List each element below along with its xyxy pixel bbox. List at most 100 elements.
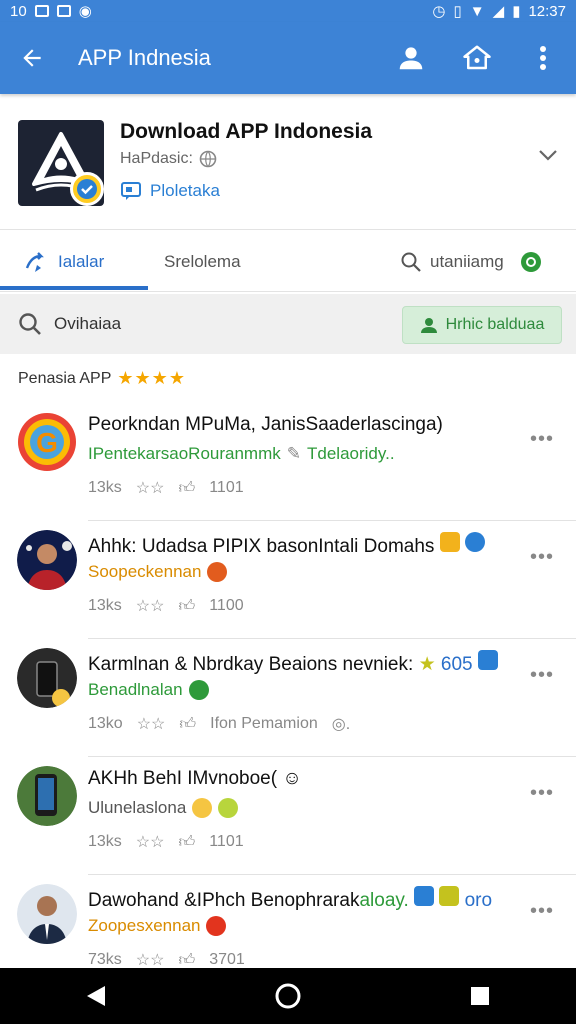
item-subtitle: Soopeckennan xyxy=(88,562,528,582)
accessibility-icon xyxy=(188,680,209,700)
refresh-icon: ◎. xyxy=(331,716,351,733)
item-subtitle-extra: Tdelaoridy.. xyxy=(307,444,395,463)
star-icon: ☆☆ xyxy=(135,598,165,615)
item-meta: 13ko ☆☆ 👍︎ Ifon Pemamion ◎. xyxy=(88,714,350,734)
list-item[interactable]: Karmlnan & Nbrdkay Beaions nevniek: ★ 60… xyxy=(0,640,576,758)
item-title: Peorkndan MPuMa, JanisSaaderlascinga) xyxy=(88,414,443,435)
avatar: G xyxy=(17,412,77,472)
tab-first-icon xyxy=(25,252,44,272)
app-link[interactable]: Ploletaka xyxy=(120,180,220,202)
thumbs-up-icon: 👍︎ xyxy=(179,715,197,733)
item-title-row: Ahhk: Udadsa PIPIX basonIntali Domahs xyxy=(88,532,528,558)
nav-back-icon xyxy=(87,986,105,1006)
item-more-button[interactable]: ••• xyxy=(530,546,554,569)
system-nav-bar xyxy=(0,968,576,1024)
item-meta: 73ks ☆☆ 👍︎ 3701 xyxy=(88,950,245,970)
nav-recents-button[interactable] xyxy=(450,968,510,1024)
item-count: 1101 xyxy=(209,479,244,496)
list-item[interactable]: G Peorkndan MPuMa, JanisSaaderlascinga) … xyxy=(0,404,576,522)
wifi-icon: ▼ xyxy=(469,2,485,20)
svg-text:G: G xyxy=(36,427,58,458)
app-screen: 10 ◉ ◷ ▯ ▼ ◢ ▮ 12:37 APP Indnesia Downlo… xyxy=(0,0,576,1024)
smile-emoji-icon xyxy=(192,798,213,818)
chevron-down-icon xyxy=(539,150,557,161)
more-vertical-icon xyxy=(540,46,546,70)
smile-icon: ☺ xyxy=(282,768,302,789)
info-emoji-icon xyxy=(464,532,485,552)
verified-badge-icon xyxy=(70,172,104,206)
avatar xyxy=(17,530,77,590)
list-item[interactable]: Ahhk: Udadsa PIPIX basonIntali Domahs So… xyxy=(0,522,576,640)
tab-second-label: Srelolema xyxy=(164,252,241,271)
tab-third-label: utaniiamg xyxy=(430,252,504,271)
back-button[interactable] xyxy=(0,22,64,94)
item-likes: 13ko xyxy=(88,715,123,732)
item-count: 1100 xyxy=(209,597,244,614)
item-more-button[interactable]: ••• xyxy=(530,428,554,451)
item-more-button[interactable]: ••• xyxy=(530,782,554,805)
item-title-row: AKHh BehI IMvnoboe( ☺ xyxy=(88,768,528,790)
nav-back-button[interactable] xyxy=(66,968,126,1024)
person-icon xyxy=(420,318,437,333)
app-bar: APP Indnesia xyxy=(0,22,576,94)
item-more-button[interactable]: ••• xyxy=(530,664,554,687)
thumbs-up-icon: 👍︎ xyxy=(178,951,196,969)
expand-button[interactable] xyxy=(536,143,560,172)
status-bar: 10 ◉ ◷ ▯ ▼ ◢ ▮ 12:37 xyxy=(0,0,576,22)
overflow-menu-button[interactable] xyxy=(510,22,576,94)
section-title: Penasia APP ★★★★ xyxy=(18,368,186,389)
list-item[interactable]: Dawohand &IPhch Benophrarakaloay. oro Zo… xyxy=(0,876,576,970)
tab-third[interactable]: utaniiamg xyxy=(400,232,542,292)
star-icon: ☆☆ xyxy=(135,834,165,851)
home-button[interactable] xyxy=(444,22,510,94)
rating-stars: ★★★★ xyxy=(117,368,186,388)
item-meta: 13ks ☆☆ 👍︎ 1100 xyxy=(88,596,244,616)
home-icon xyxy=(463,45,491,70)
item-title-suffix: aloay. xyxy=(359,890,409,911)
pencil-icon: ✎ xyxy=(286,444,302,463)
item-title: Karmlnan & Nbrdkay Beaions nevniek: xyxy=(88,654,414,675)
nav-home-button[interactable] xyxy=(258,968,318,1024)
item-subtitle-text: Zoopesxennan xyxy=(88,916,201,935)
person-icon xyxy=(399,47,423,70)
item-count: 1101 xyxy=(209,833,244,850)
avatar xyxy=(17,648,77,708)
nav-recents-icon xyxy=(471,987,489,1005)
star-icon: ☆☆ xyxy=(136,716,166,733)
fire-emoji-icon xyxy=(207,562,228,582)
divider xyxy=(88,520,576,521)
folder-emoji-icon xyxy=(439,532,460,552)
chat-icon xyxy=(121,182,141,200)
status-left-text: 10 xyxy=(10,2,27,20)
filter-action-button[interactable]: Hrhic balduaa xyxy=(402,306,562,344)
back-arrow-icon xyxy=(23,49,41,67)
item-more-button[interactable]: ••• xyxy=(530,900,554,923)
item-meta: 13ks ☆☆ 👍︎ 1101 xyxy=(88,478,244,498)
fire-emoji-icon xyxy=(206,916,227,936)
divider xyxy=(88,874,576,875)
filter-search[interactable]: Ovihaiaa xyxy=(18,294,121,354)
active-tab-indicator xyxy=(0,286,148,290)
tab-first-label: Ialalar xyxy=(58,252,105,271)
list-item[interactable]: AKHh BehI IMvnoboe( ☺ Ulunelaslona 13ks … xyxy=(0,758,576,876)
tab-second[interactable]: Srelolema xyxy=(164,232,241,292)
filter-label: Ovihaiaa xyxy=(54,314,122,333)
account-button[interactable] xyxy=(378,22,444,94)
item-subtitle-text: IPentekarsaoRouranmmk xyxy=(88,444,281,463)
location-icon: ◉ xyxy=(78,3,92,20)
filter-action-label: Hrhic balduaa xyxy=(445,316,545,333)
star-emoji-icon: ★ xyxy=(418,654,436,675)
globe-icon xyxy=(199,150,217,168)
item-meta: 13ks ☆☆ 👍︎ 1101 xyxy=(88,832,244,852)
check-emoji-icon xyxy=(439,886,460,906)
divider xyxy=(88,638,576,639)
alarm-icon: ◷ xyxy=(432,3,446,20)
item-title-row: Karmlnan & Nbrdkay Beaions nevniek: ★ 60… xyxy=(88,650,528,676)
vibrate-icon: ▯ xyxy=(453,3,462,20)
tab-first[interactable]: Ialalar xyxy=(24,232,104,292)
item-likes: 13ks xyxy=(88,597,122,614)
shield-notification-icon xyxy=(56,5,71,17)
thumbs-up-icon: 👍︎ xyxy=(178,597,196,615)
nav-home-icon xyxy=(275,983,301,1009)
item-likes: 13ks xyxy=(88,479,122,496)
